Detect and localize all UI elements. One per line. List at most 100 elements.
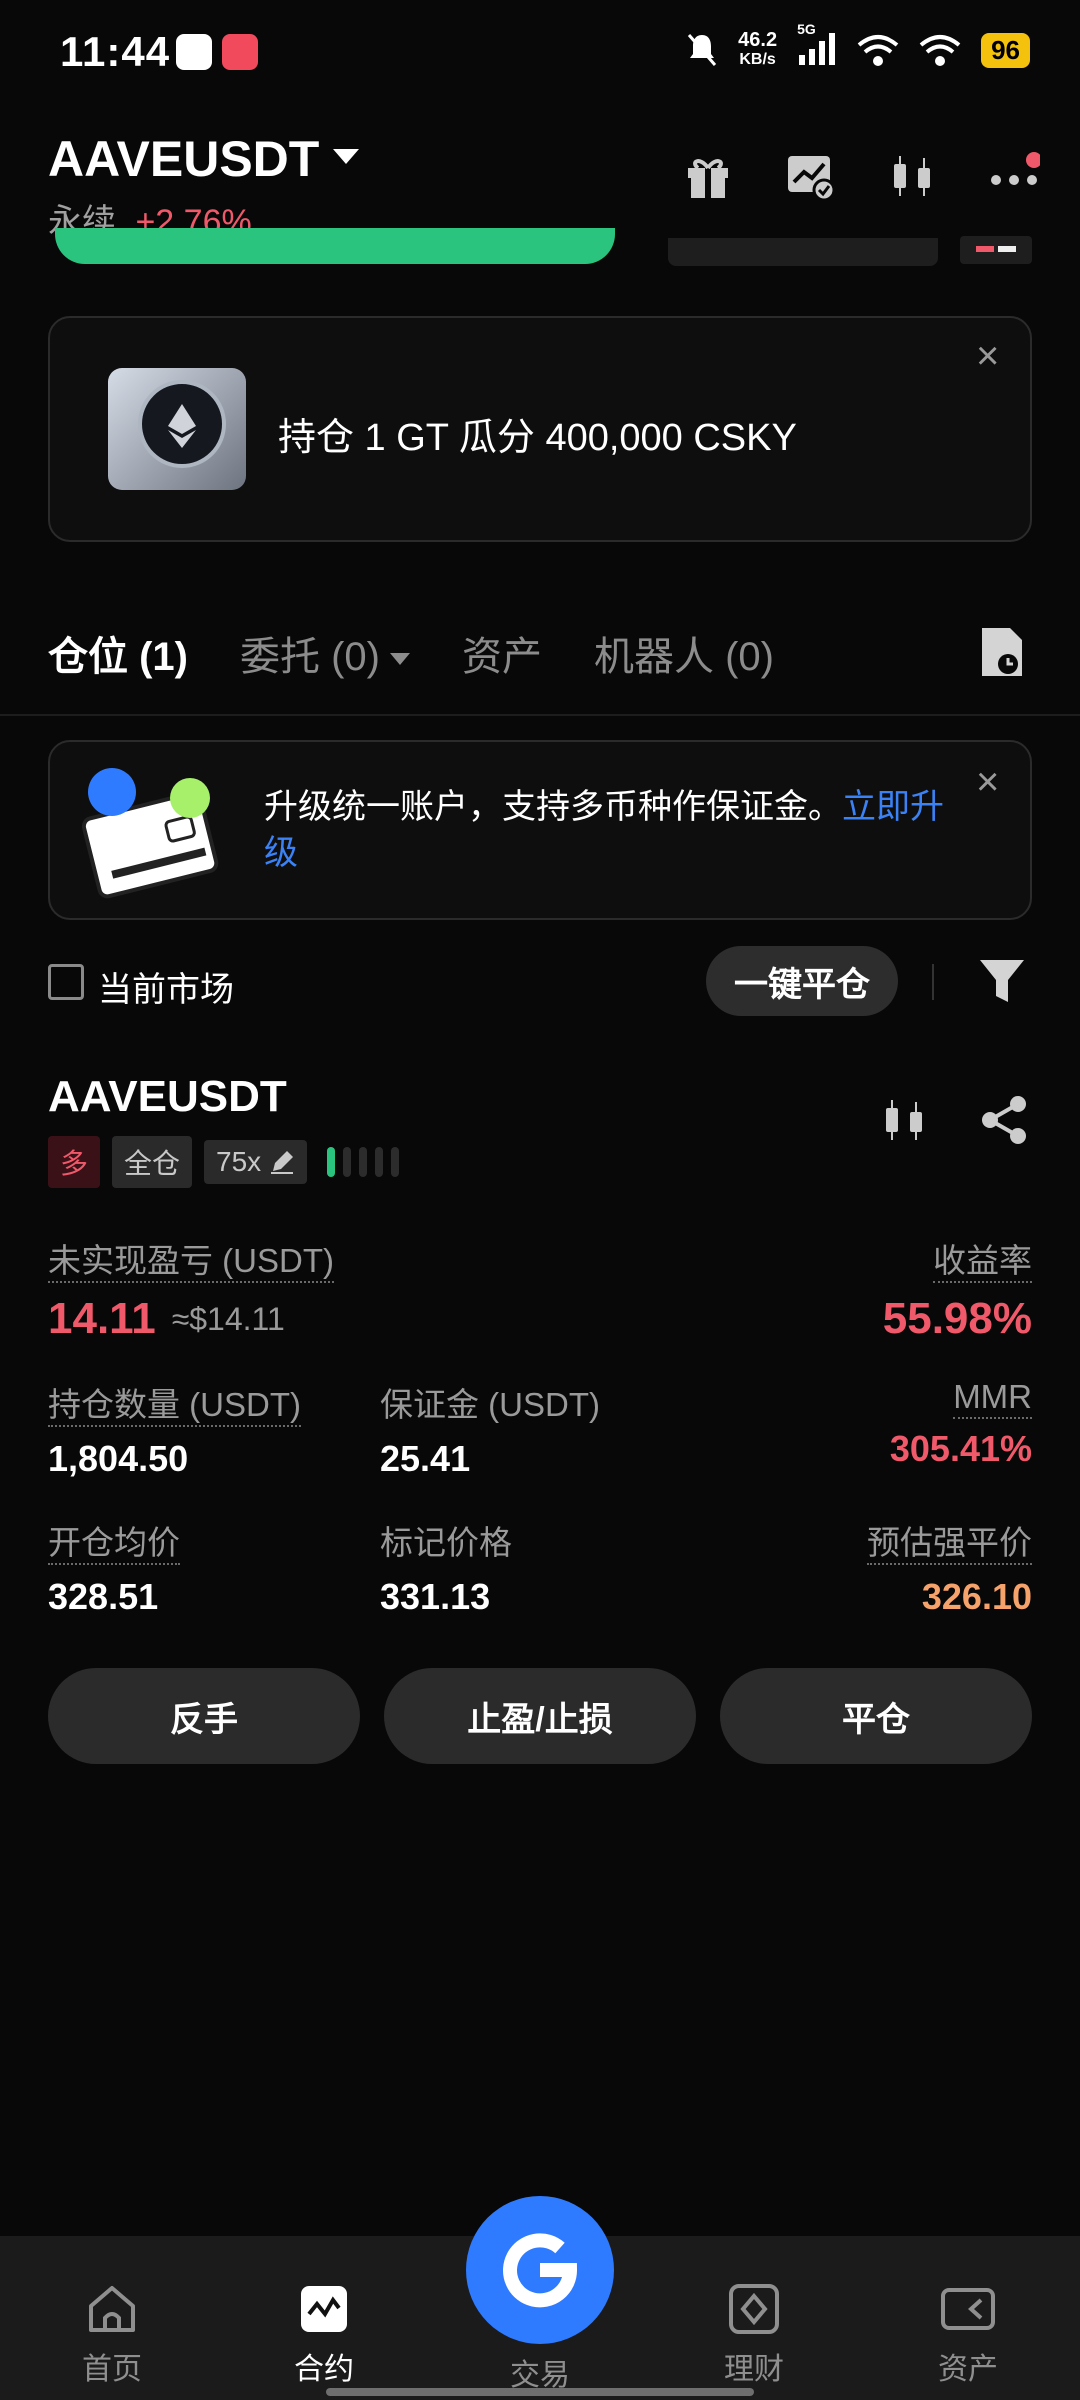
- tab-positions[interactable]: 仓位 (1): [48, 624, 188, 682]
- orderbook-icon-partial: [960, 236, 1032, 264]
- share-icon[interactable]: [978, 1094, 1030, 1146]
- entry-value: 328.51: [48, 1576, 159, 1617]
- reverse-button[interactable]: 反手: [48, 1668, 360, 1764]
- close-all-button[interactable]: 一键平仓: [706, 946, 898, 1016]
- unrealized-pnl-value: 14.11: [48, 1294, 156, 1343]
- wifi-icon: [857, 35, 899, 66]
- wifi-icon-2: [919, 35, 961, 66]
- risk-level-bar: [391, 1147, 400, 1177]
- tab-orders[interactable]: 委托 (0): [240, 624, 410, 682]
- promo-text: 持仓 1 GT 瓜分 400,000 CSKY: [278, 417, 797, 459]
- qq-app-icon: [176, 34, 212, 70]
- close-position-button[interactable]: 平仓: [720, 1668, 1032, 1764]
- position-tags: 多 全仓 75x: [48, 1136, 400, 1188]
- risk-level-bar: [375, 1147, 384, 1177]
- wallet-icon: [941, 2288, 995, 2330]
- tp-sl-button[interactable]: 止盈/止损: [384, 1668, 696, 1764]
- net-speed-unit: KB/s: [739, 51, 776, 68]
- margin-label: 保证金 (USDT): [380, 1386, 600, 1423]
- roe-block: 收益率 55.98%: [883, 1234, 1032, 1344]
- finance-icon: [729, 2284, 779, 2334]
- liq-label: 预估强平价: [867, 1524, 1032, 1565]
- liq-value: 326.10: [921, 1576, 1032, 1617]
- symbol-title: AAVEUSDT: [48, 131, 320, 187]
- roe-label: 收益率: [933, 1242, 1032, 1283]
- current-market-label[interactable]: 当前市场: [98, 962, 234, 1011]
- upgrade-notice-text: 升级统一账户，支持多币种作保证金。立即升级: [264, 784, 964, 876]
- close-icon[interactable]: ×: [976, 334, 999, 379]
- mute-bell-icon: [688, 34, 717, 66]
- nav-assets[interactable]: 资产: [898, 2282, 1038, 2388]
- home-indicator[interactable]: [326, 2388, 754, 2396]
- more-icon[interactable]: [988, 150, 1042, 202]
- chevron-down-icon: [390, 653, 410, 666]
- wallet-illustration-icon: [81, 768, 219, 899]
- size-block: 持仓数量 (USDT) 1,804.50: [48, 1378, 301, 1480]
- home-icon: [89, 2286, 135, 2332]
- upgrade-message: 升级统一账户，支持多币种作保证金。: [264, 788, 842, 826]
- history-doc-icon[interactable]: [978, 624, 1026, 680]
- chevron-down-icon: [333, 149, 360, 165]
- mark-block: 标记价格 331.13: [380, 1516, 512, 1618]
- tab-assets[interactable]: 资产: [462, 624, 542, 682]
- margin-value: 25.41: [380, 1438, 471, 1479]
- mark-value: 331.13: [380, 1576, 491, 1617]
- symbol-selector[interactable]: AAVEUSDT: [48, 130, 360, 188]
- long-button-partial[interactable]: [55, 228, 615, 264]
- size-value: 1,804.50: [48, 1438, 189, 1479]
- nav-finance-label: 理财: [724, 2353, 784, 2386]
- unrealized-pnl-usd: ≈$14.11: [171, 1300, 285, 1337]
- input-field-partial[interactable]: [668, 238, 938, 266]
- mmr-value: 305.41%: [889, 1428, 1032, 1469]
- trade-icon: [503, 2233, 578, 2308]
- roe-value: 55.98%: [882, 1294, 1032, 1343]
- header-actions: [682, 150, 1042, 202]
- unrealized-pnl-block: 未实现盈亏 (USDT) 14.11 ≈$14.11: [48, 1234, 334, 1344]
- unrealized-pnl-label: 未实现盈亏 (USDT): [48, 1242, 334, 1283]
- mark-label: 标记价格: [380, 1524, 512, 1561]
- leverage-badge[interactable]: 75x: [204, 1140, 308, 1184]
- risk-level-bar: [359, 1147, 368, 1177]
- nav-futures[interactable]: 合约: [254, 2282, 394, 2388]
- nav-finance[interactable]: 理财: [684, 2282, 824, 2388]
- video-app-icon: [222, 34, 258, 70]
- mmr-block: MMR 305.41%: [890, 1378, 1032, 1470]
- side-badge: 多: [48, 1136, 101, 1188]
- status-indicators: 46.2 KB/s 5G 96: [686, 21, 1030, 70]
- nav-home[interactable]: 首页: [42, 2282, 182, 2388]
- network-label: 5G: [797, 20, 816, 37]
- mmr-label: MMR: [953, 1378, 1032, 1419]
- position-card-actions: [878, 1094, 1030, 1146]
- candlestick-icon[interactable]: [886, 150, 938, 202]
- gift-icon[interactable]: [682, 150, 734, 202]
- margin-block: 保证金 (USDT) 25.41: [380, 1378, 600, 1480]
- tab-divider: [0, 714, 1080, 716]
- current-market-checkbox[interactable]: [48, 964, 84, 1000]
- close-icon[interactable]: ×: [976, 760, 999, 805]
- nav-futures-label: 合约: [294, 2353, 354, 2386]
- risk-level-indicator: [327, 1147, 400, 1177]
- nav-assets-label: 资产: [938, 2353, 998, 2386]
- filter-icon[interactable]: [976, 956, 1028, 1006]
- tab-orders-label: 委托 (0): [240, 635, 380, 679]
- edit-icon: [271, 1151, 294, 1174]
- liq-block: 预估强平价 326.10: [867, 1516, 1032, 1618]
- battery-indicator: 96: [981, 32, 1030, 68]
- status-time: 11:44: [60, 28, 171, 75]
- net-speed-value: 46.2: [738, 29, 778, 51]
- leverage-value: 75x: [216, 1146, 262, 1177]
- candlestick-icon[interactable]: [878, 1094, 930, 1146]
- position-tabs: 仓位 (1) 委托 (0) 资产 机器人 (0): [48, 624, 774, 682]
- risk-level-bar: [343, 1147, 352, 1177]
- divider: [932, 964, 934, 1000]
- position-symbol[interactable]: AAVEUSDT: [48, 1072, 287, 1122]
- futures-icon: [301, 2286, 347, 2332]
- tab-bots[interactable]: 机器人 (0): [594, 624, 774, 682]
- entry-block: 开仓均价 328.51: [48, 1516, 180, 1618]
- risk-level-bar: [327, 1147, 336, 1177]
- size-label: 持仓数量 (USDT): [48, 1386, 301, 1427]
- chart-check-icon[interactable]: [784, 150, 836, 202]
- margin-mode-badge: 全仓: [112, 1136, 193, 1188]
- entry-label: 开仓均价: [48, 1524, 180, 1565]
- nav-home-label: 首页: [82, 2353, 142, 2386]
